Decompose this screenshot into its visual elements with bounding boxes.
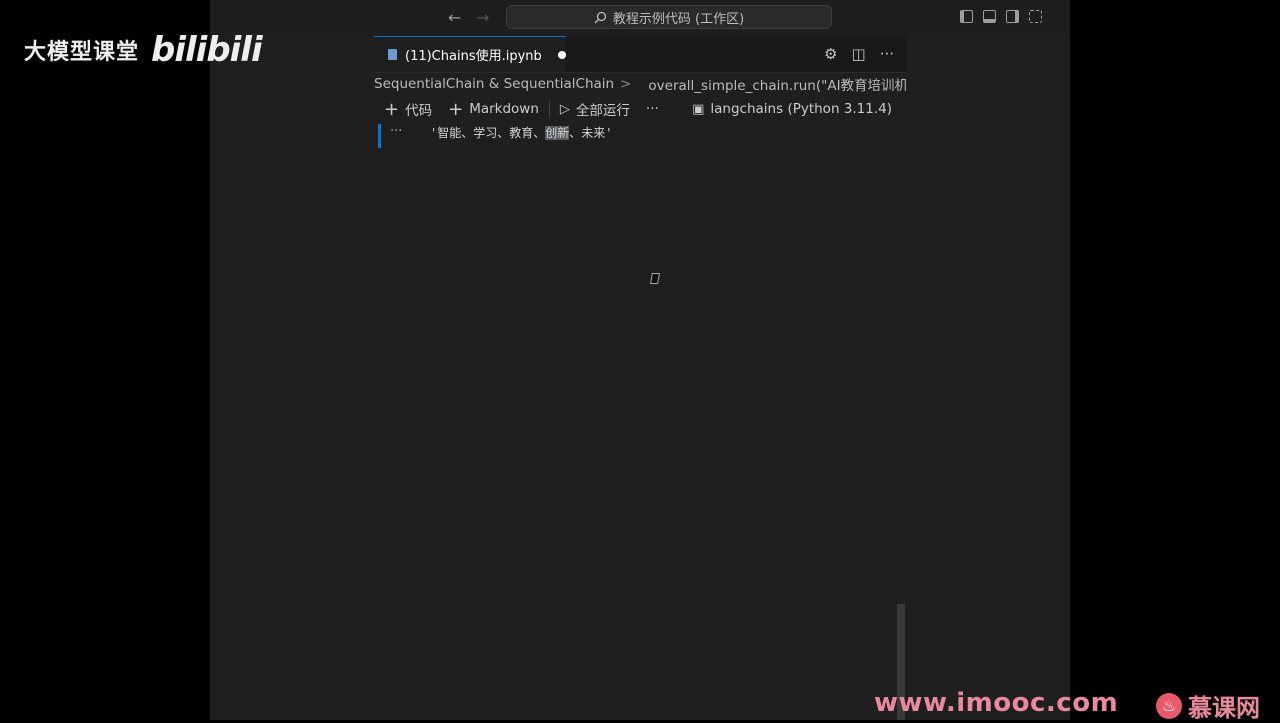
add-markdown-label: Markdown [469, 101, 539, 117]
plus-icon: + [384, 98, 400, 120]
settings-gear-icon[interactable]: ⚙ [824, 45, 837, 63]
tab-label: (11)Chains使用.ipynb [405, 49, 542, 64]
notebook-toolbar: + 代码 + Markdown ▷ 全部运行 ··· ▣ langchains … [374, 96, 906, 122]
output-more-icon[interactable]: ··· [390, 124, 402, 139]
imooc-name: 慕课网 [1188, 694, 1260, 722]
breadcrumb: SequentialChain & SequentialChain > over… [374, 72, 906, 96]
output-text-before: '智能、学习、教育、 [430, 126, 546, 140]
editor-actions: ⚙ ◫ ··· [824, 45, 894, 63]
back-arrow-icon[interactable]: ← [448, 8, 461, 27]
kernel-icon: ▣ [692, 101, 705, 117]
forward-arrow-icon[interactable]: → [476, 8, 489, 27]
toolbar-more-icon[interactable]: ··· [646, 101, 659, 117]
kernel-label: langchains (Python 3.11.4) [710, 101, 892, 117]
unsaved-dot-icon[interactable] [557, 50, 566, 59]
toggle-primary-sidebar-icon[interactable] [960, 10, 973, 23]
split-editor-icon[interactable]: ◫ [852, 45, 866, 63]
breadcrumb-section[interactable]: SequentialChain & SequentialChain [374, 76, 614, 92]
layout-controls [960, 10, 1042, 23]
search-label: 教程示例代码 (工作区) [612, 11, 745, 27]
run-all-button[interactable]: ▷ 全部运行 [559, 99, 630, 120]
tab-bar: (11)Chains使用.ipynb ⚙ ◫ ··· [374, 36, 906, 73]
add-markdown-cell-button[interactable]: + Markdown [448, 99, 539, 120]
add-code-label: 代码 [405, 103, 433, 119]
flame-icon: ♨ [1156, 692, 1182, 719]
imooc-logo: ♨ 慕课网 [1156, 688, 1260, 723]
toggle-secondary-sidebar-icon[interactable] [1006, 10, 1019, 23]
channel-name: 大模型课堂 [24, 40, 140, 65]
kernel-picker[interactable]: ▣ langchains (Python 3.11.4) [692, 101, 892, 117]
plus-icon: + [448, 98, 464, 120]
customize-layout-icon[interactable] [1029, 10, 1042, 23]
video-watermark: 大模型课堂 bilibili [24, 30, 263, 70]
bilibili-logo: bilibili [151, 30, 263, 70]
toolbar-divider [548, 101, 550, 117]
notebook-file-icon [388, 49, 397, 60]
tab-notebook[interactable]: (11)Chains使用.ipynb [374, 36, 566, 72]
breadcrumb-cell[interactable]: overall_simple_chain.run("AI教育培训机构") [648, 74, 906, 94]
play-icon: ▷ [559, 101, 570, 117]
add-code-cell-button[interactable]: + 代码 [384, 99, 432, 120]
chevron-right-icon: > [620, 76, 632, 92]
more-actions-icon[interactable]: ··· [880, 45, 894, 63]
toggle-panel-icon[interactable] [983, 10, 996, 23]
run-all-label: 全部运行 [575, 103, 630, 119]
search-icon [594, 11, 607, 23]
imooc-url-watermark: www.imooc.com [874, 688, 1119, 718]
output-text-highlight: 创新 [545, 126, 570, 140]
cell-output: ··· '智能、学习、教育、创新、未来' [378, 124, 898, 148]
output-text-after: 、未来' [569, 126, 613, 140]
command-center-search[interactable]: 教程示例代码 (工作区) [506, 5, 832, 29]
output-text: '智能、学习、教育、创新、未来' [430, 124, 612, 141]
cell-focus-bar [378, 124, 381, 148]
